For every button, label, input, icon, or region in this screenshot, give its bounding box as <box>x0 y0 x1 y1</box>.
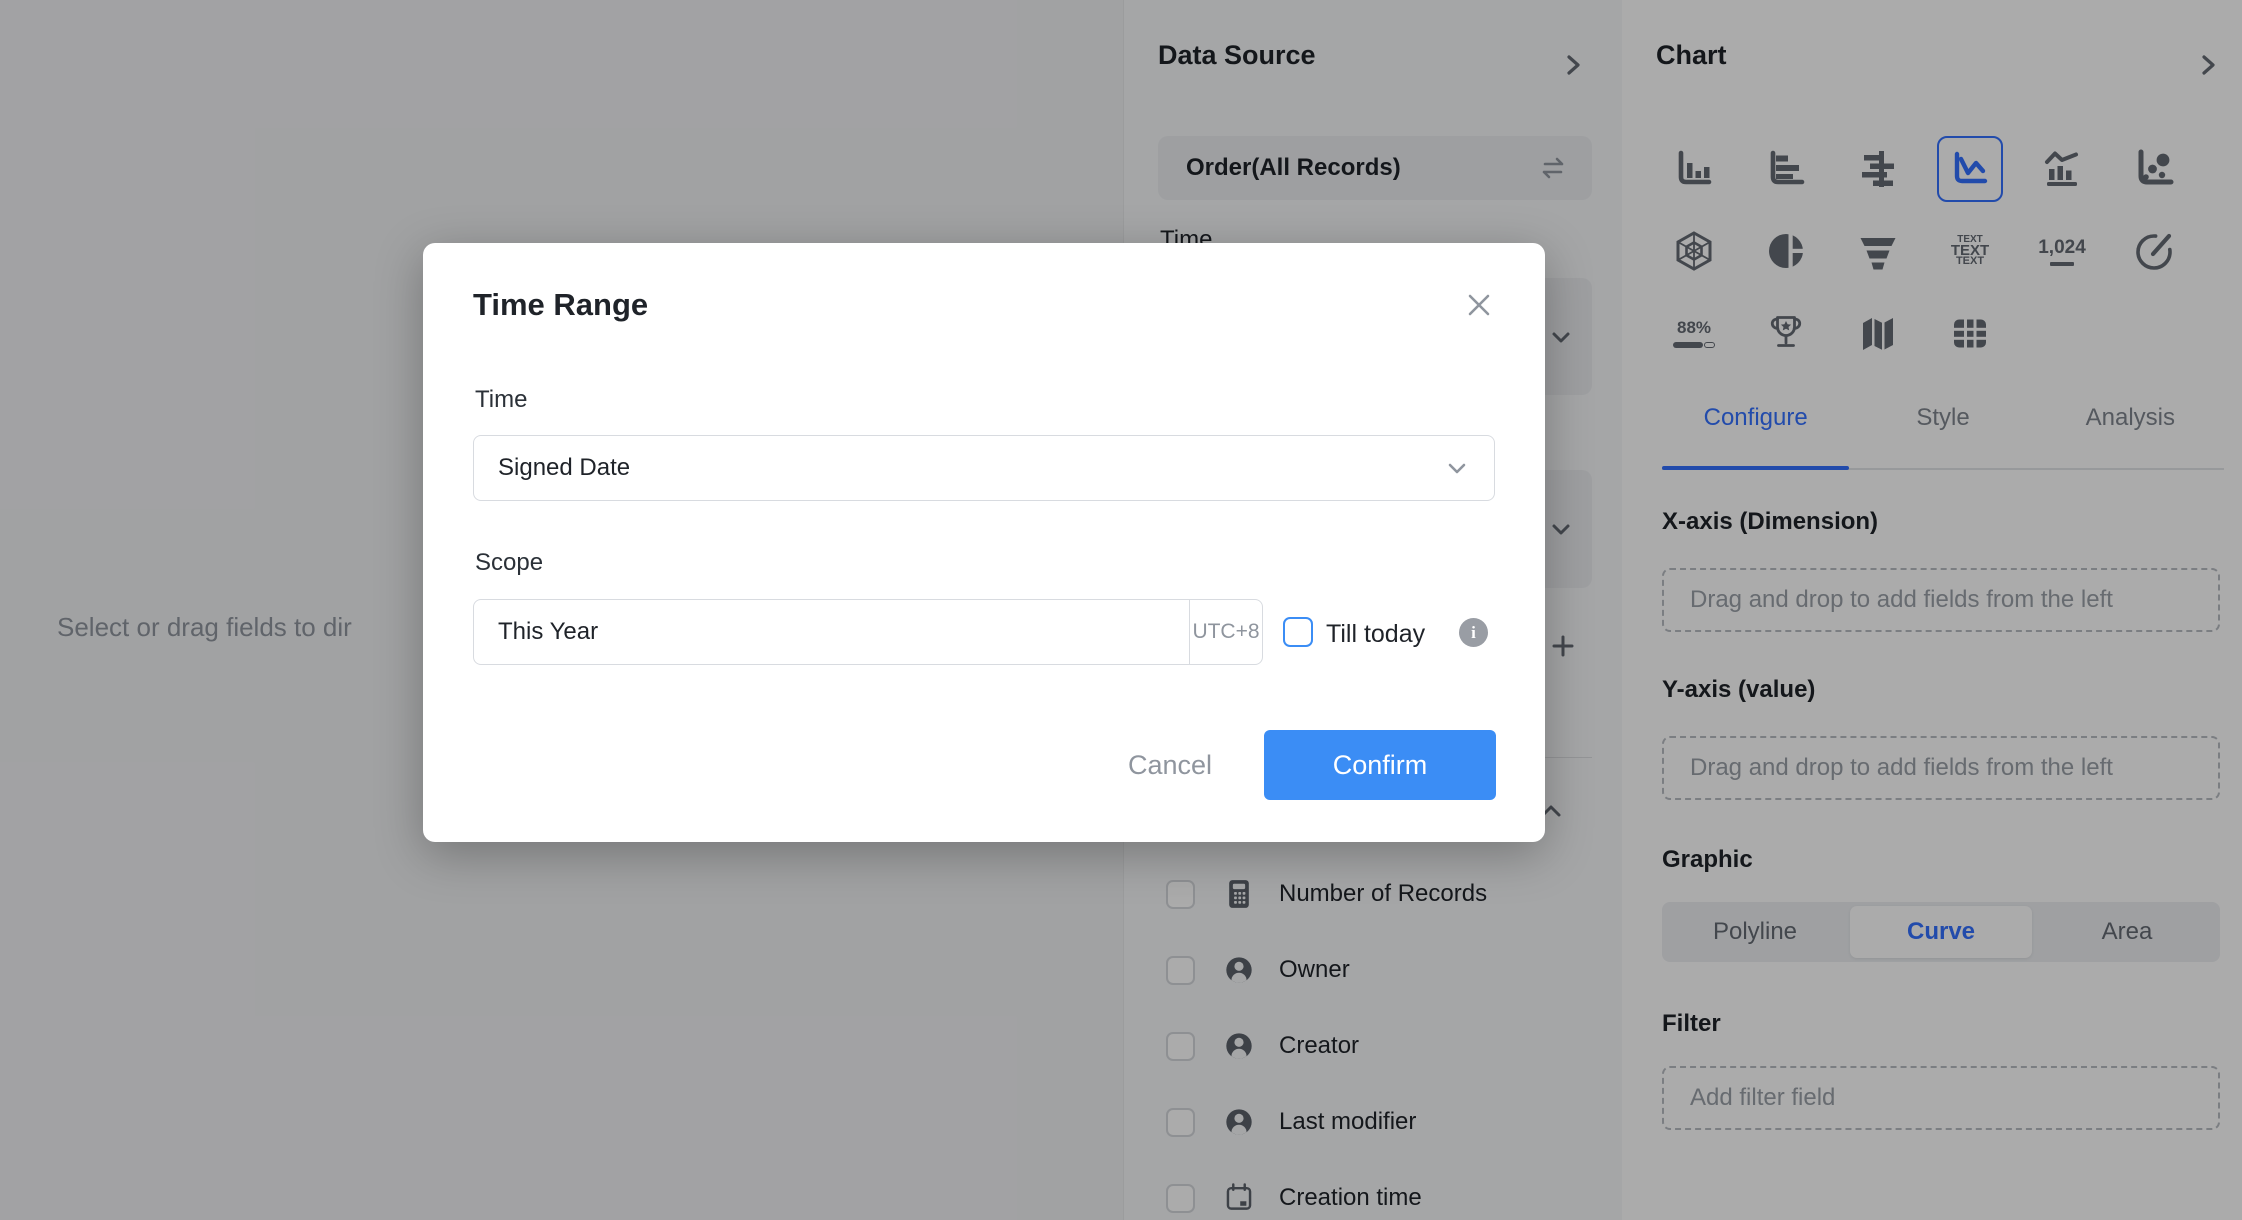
info-icon[interactable]: i <box>1459 618 1488 647</box>
till-today-label: Till today <box>1326 620 1425 649</box>
scope-value: This Year <box>474 600 1189 664</box>
cancel-button[interactable]: Cancel <box>1111 737 1229 793</box>
chevron-down-icon <box>1444 455 1470 481</box>
time-field-select[interactable]: Signed Date <box>473 435 1495 501</box>
confirm-button[interactable]: Confirm <box>1264 730 1496 800</box>
till-today-checkbox[interactable] <box>1283 617 1313 647</box>
time-range-dialog: Time Range Time Signed Date Scope This Y… <box>423 243 1545 842</box>
scope-select[interactable]: This Year UTC+8 <box>473 599 1263 665</box>
dialog-title: Time Range <box>473 287 648 323</box>
timezone-badge: UTC+8 <box>1189 600 1262 664</box>
time-field-label: Time <box>475 386 527 414</box>
close-icon[interactable] <box>1463 289 1495 321</box>
time-field-value: Signed Date <box>498 454 1444 482</box>
scope-field-label: Scope <box>475 549 543 577</box>
